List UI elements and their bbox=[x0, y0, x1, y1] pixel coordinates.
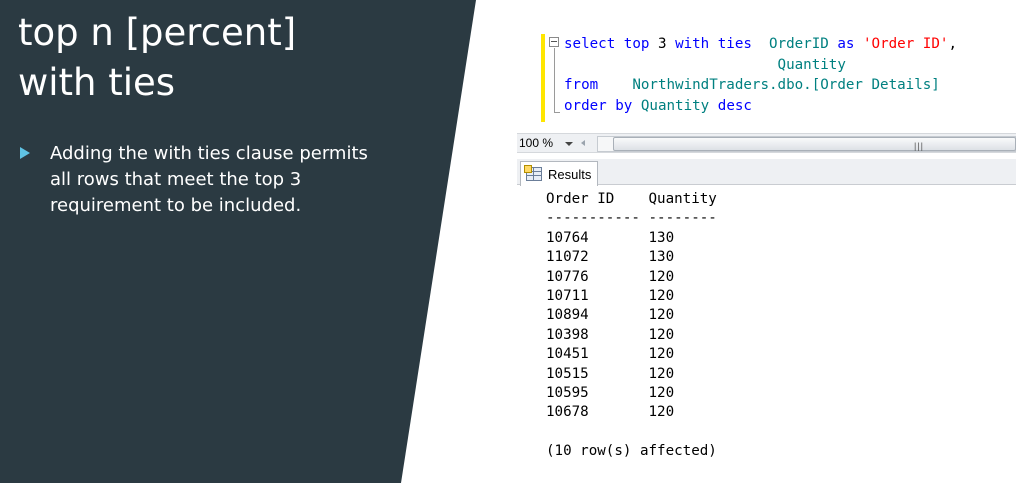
kw-with-ties: with ties bbox=[675, 36, 752, 52]
bullet-item: Adding the with ties clause permits all … bbox=[20, 141, 370, 219]
collapse-minus-icon[interactable] bbox=[549, 37, 559, 47]
kw-desc: desc bbox=[717, 97, 752, 114]
result-row: 10515 120 bbox=[546, 365, 675, 382]
comma: , bbox=[948, 36, 957, 52]
scrollbar-grip-icon: ||| bbox=[914, 141, 925, 151]
sql-code[interactable]: select top 3 with ties OrderID as 'Order… bbox=[564, 34, 957, 116]
changed-lines-margin bbox=[541, 34, 545, 122]
results-grid-icon bbox=[524, 165, 542, 181]
column-quantity: Quantity bbox=[777, 56, 846, 73]
tab-results-label: Results bbox=[548, 166, 592, 182]
rows-affected-message: (10 row(s) affected) bbox=[546, 443, 717, 460]
kw-from: from bbox=[564, 77, 599, 93]
kw-as: as bbox=[837, 36, 855, 52]
result-row: 11072 130 bbox=[546, 249, 675, 266]
result-row: 10595 120 bbox=[546, 385, 675, 402]
zoom-level-select[interactable]: 100 % bbox=[519, 136, 563, 151]
bullet-triangle-icon bbox=[20, 147, 30, 159]
outline-line-end bbox=[554, 112, 560, 113]
kw-order-by: order by bbox=[564, 97, 633, 114]
result-row: 10894 120 bbox=[546, 307, 675, 324]
results-text: Order ID Quantity ----------- -------- 1… bbox=[546, 190, 717, 462]
column-orderid: OrderID bbox=[769, 36, 829, 52]
tab-results[interactable]: Results bbox=[520, 161, 598, 186]
sql-editor[interactable]: select top 3 with ties OrderID as 'Order… bbox=[522, 30, 1016, 130]
alias-order-id: 'Order ID' bbox=[863, 36, 949, 52]
results-header: Order ID Quantity bbox=[546, 191, 717, 207]
result-row: 10764 130 bbox=[546, 229, 675, 246]
results-tabstrip: Results bbox=[517, 159, 1016, 186]
outline-line bbox=[554, 48, 555, 112]
kw-select: select bbox=[564, 36, 616, 52]
zoom-dropdown-icon[interactable] bbox=[565, 142, 573, 146]
results-text-pane[interactable]: Order ID Quantity ----------- -------- 1… bbox=[522, 186, 1016, 476]
slide-title-line-1: top n [percent] bbox=[18, 11, 297, 54]
results-separator: ----------- -------- bbox=[546, 210, 717, 227]
order-column: Quantity bbox=[640, 97, 710, 114]
top-number: 3 bbox=[657, 36, 667, 52]
slide-title-line-2: with ties bbox=[18, 61, 176, 104]
result-row: 10451 120 bbox=[546, 346, 675, 363]
zoom-scroll-strip: 100 % ||| bbox=[517, 133, 1016, 153]
kw-top: top bbox=[623, 36, 650, 52]
result-row: 10776 120 bbox=[546, 268, 675, 285]
bullet-text: Adding the with ties clause permits all … bbox=[50, 143, 368, 216]
scrollbar-thumb[interactable]: ||| bbox=[613, 137, 1016, 151]
result-row: 10711 120 bbox=[546, 288, 675, 305]
slide-title: top n [percent] with ties bbox=[18, 8, 438, 108]
result-row: 10678 120 bbox=[546, 404, 675, 421]
scroll-left-icon[interactable] bbox=[581, 140, 585, 146]
result-row: 10398 120 bbox=[546, 326, 675, 343]
table-name: NorthwindTraders.dbo.[Order Details] bbox=[632, 77, 940, 93]
